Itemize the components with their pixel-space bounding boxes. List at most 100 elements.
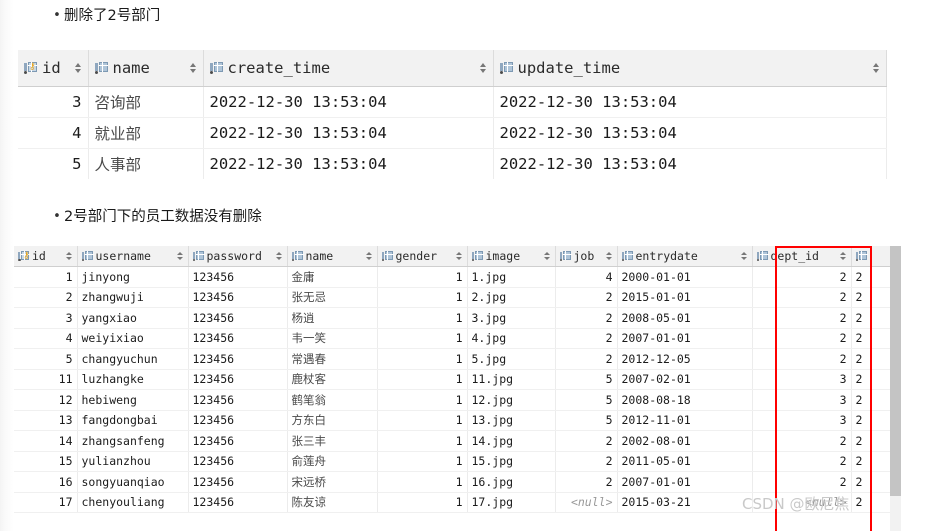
cell-id[interactable]: 11 [14,369,78,390]
emp-table-vertical-scrollbar[interactable] [890,246,901,531]
cell-name[interactable]: 方东白 [287,410,378,431]
cell-username[interactable]: zhangsanfeng [77,430,189,452]
cell-entrydate[interactable]: 2008-08-18 [617,389,753,411]
emp-column-header-gender[interactable]: gender [377,246,468,267]
cell-password[interactable]: 123456 [188,266,288,288]
table-row[interactable]: 3 yangxiao 123456 杨逍 1 3.jpg 2 2008-05-01 2 2 [14,307,891,329]
cell-name[interactable]: 俞莲舟 [287,451,378,472]
cell-entrydate[interactable]: 2012-11-01 [617,410,753,431]
sort-toggle-icon[interactable] [74,62,82,74]
emp-column-header-clipped[interactable] [851,246,891,267]
cell-job[interactable]: 5 [555,410,618,431]
cell-image[interactable]: 4.jpg [467,328,556,349]
cell-clipped[interactable]: 2 [851,410,891,431]
table-row[interactable]: 15 yulianzhou 123456 俞莲舟 1 15.jpg 2 2011-05-01 2… [14,451,891,472]
cell-name[interactable]: 张无忌 [287,287,378,308]
cell-job[interactable]: 2 [555,328,618,349]
table-row[interactable]: 12 hebiweng 123456 鹤笔翁 1 12.jpg 5 2008-08-18 3 2 [14,389,891,411]
cell-password[interactable]: 123456 [188,492,288,513]
table-row[interactable]: 5 人事部 2022-12-30 13:53:04 2022-12-30 13:53:… [18,148,887,179]
cell-gender[interactable]: 1 [377,307,468,329]
dept-column-header-create-time[interactable]: create_time [203,50,494,87]
sort-toggle-icon[interactable] [275,251,283,261]
cell-gender[interactable]: 1 [377,492,468,513]
cell-gender[interactable]: 1 [377,328,468,349]
cell-dept-id[interactable]: 3 [752,369,852,390]
sort-toggle-icon[interactable] [543,251,551,261]
cell-id[interactable]: 4 [14,328,78,349]
cell-password[interactable]: 123456 [188,348,288,370]
cell-dept-id[interactable]: 2 [752,430,852,452]
cell-image[interactable]: 11.jpg [467,369,556,390]
cell-id[interactable]: 17 [14,492,78,513]
cell-entrydate[interactable]: 2000-01-01 [617,266,753,288]
cell-clipped[interactable]: 2 [851,471,891,493]
cell-username[interactable]: chenyouliang [77,492,189,513]
sort-toggle-icon[interactable] [455,251,463,261]
cell-password[interactable]: 123456 [188,389,288,411]
cell-clipped[interactable]: 2 [851,348,891,370]
cell-gender[interactable]: 1 [377,451,468,472]
cell-entrydate[interactable]: 2015-01-01 [617,287,753,308]
cell-gender[interactable]: 1 [377,430,468,452]
cell-password[interactable]: 123456 [188,307,288,329]
cell-name[interactable]: 鹤笔翁 [287,389,378,411]
cell-username[interactable]: hebiweng [77,389,189,411]
cell-dept-id[interactable]: 2 [752,328,852,349]
cell-username[interactable]: weiyixiao [77,328,189,349]
cell-dept-id[interactable]: 2 [752,451,852,472]
scrollbar-thumb[interactable] [890,246,901,496]
cell-entrydate[interactable]: 2007-01-01 [617,471,753,493]
sort-toggle-icon[interactable] [65,251,73,261]
cell-id[interactable]: 13 [14,410,78,431]
table-row[interactable]: 11 luzhangke 123456 鹿杖客 1 11.jpg 5 2007-02-01 3 2 [14,369,891,390]
cell-password[interactable]: 123456 [188,451,288,472]
cell-image[interactable]: 1.jpg [467,266,556,288]
cell-id[interactable]: 14 [14,430,78,452]
emp-column-header-id[interactable]: ⚷ id [14,246,78,267]
cell-image[interactable]: 2.jpg [467,287,556,308]
emp-column-header-entrydate[interactable]: entrydate [617,246,753,267]
cell-username[interactable]: yangxiao [77,307,189,329]
cell-password[interactable]: 123456 [188,410,288,431]
cell-job[interactable]: 5 [555,369,618,390]
cell-id[interactable]: 5 [18,148,89,179]
cell-username[interactable]: yulianzhou [77,451,189,472]
cell-username[interactable]: zhangwuji [77,287,189,308]
cell-job[interactable]: 2 [555,348,618,370]
cell-name[interactable]: 张三丰 [287,430,378,452]
table-row[interactable]: 13 fangdongbai 123456 方东白 1 13.jpg 5 2012-11-01… [14,410,891,431]
cell-id[interactable]: 3 [18,86,89,118]
cell-clipped[interactable]: 2 [851,430,891,452]
cell-job[interactable]: <null> [555,492,618,513]
cell-name[interactable]: 人事部 [88,148,204,179]
cell-image[interactable]: 12.jpg [467,389,556,411]
sort-toggle-icon[interactable] [740,251,748,261]
cell-entrydate[interactable]: 2007-01-01 [617,328,753,349]
cell-username[interactable]: changyuchun [77,348,189,370]
cell-password[interactable]: 123456 [188,328,288,349]
cell-image[interactable]: 17.jpg [467,492,556,513]
cell-job[interactable]: 2 [555,430,618,452]
cell-id[interactable]: 3 [14,307,78,329]
cell-clipped[interactable]: 2 [851,492,891,513]
cell-clipped[interactable]: 2 [851,328,891,349]
cell-gender[interactable]: 1 [377,369,468,390]
sort-toggle-icon[interactable] [479,62,487,74]
table-row[interactable]: 2 zhangwuji 123456 张无忌 1 2.jpg 2 2015-01-01 2 2 [14,287,891,308]
cell-create-time[interactable]: 2022-12-30 13:53:04 [203,117,494,149]
cell-job[interactable]: 5 [555,389,618,411]
cell-name[interactable]: 杨逍 [287,307,378,329]
cell-create-time[interactable]: 2022-12-30 13:53:04 [203,148,494,179]
cell-entrydate[interactable]: 2012-12-05 [617,348,753,370]
sort-toggle-icon[interactable] [839,251,847,261]
cell-update-time[interactable]: 2022-12-30 13:53:04 [493,86,887,118]
cell-image[interactable]: 13.jpg [467,410,556,431]
cell-dept-id[interactable]: 2 [752,471,852,493]
dept-column-header-id[interactable]: ⚷ id [18,50,89,87]
cell-create-time[interactable]: 2022-12-30 13:53:04 [203,86,494,118]
cell-username[interactable]: fangdongbai [77,410,189,431]
cell-job[interactable]: 2 [555,307,618,329]
emp-column-header-password[interactable]: password [188,246,288,267]
cell-entrydate[interactable]: 2011-05-01 [617,451,753,472]
